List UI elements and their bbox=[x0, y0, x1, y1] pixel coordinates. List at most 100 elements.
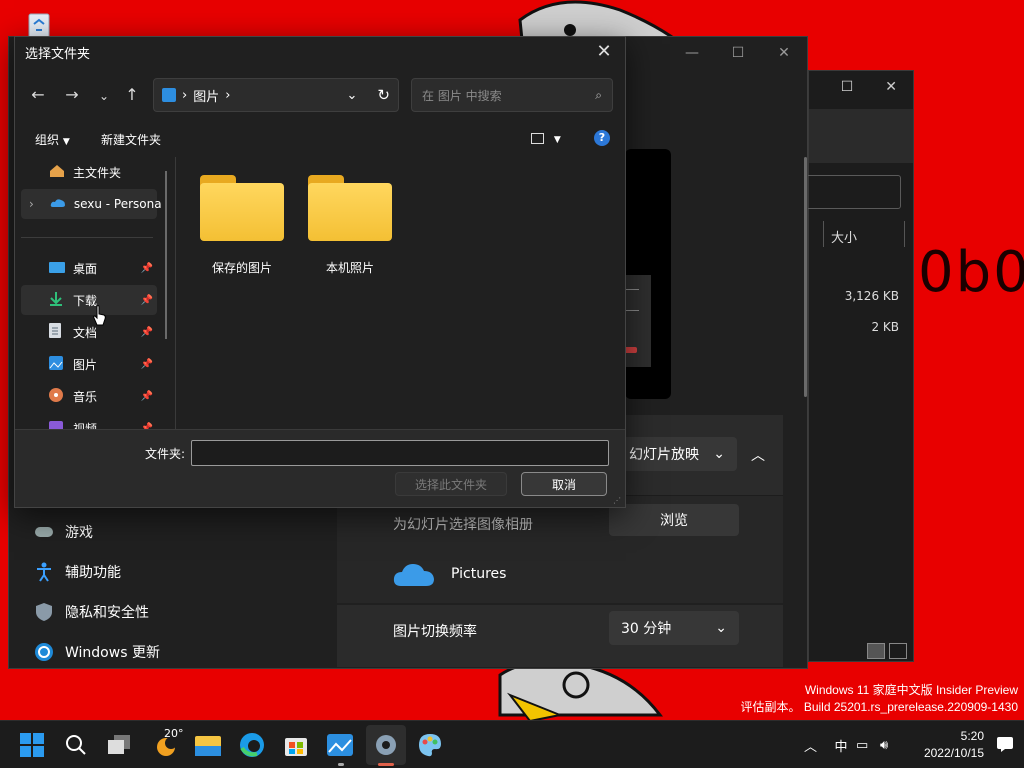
file-explorer-icon[interactable] bbox=[192, 729, 224, 761]
breadcrumb-separator-icon[interactable]: › bbox=[225, 88, 230, 103]
view-toggle bbox=[867, 643, 907, 659]
search-icon[interactable] bbox=[60, 729, 92, 761]
interval-dropdown[interactable]: 30 分钟 ⌄ bbox=[609, 611, 739, 645]
pin-icon[interactable]: 📌 bbox=[141, 327, 153, 338]
accessibility-icon bbox=[33, 561, 55, 583]
folder-name-input[interactable] bbox=[191, 440, 609, 466]
sidebar-item-videos[interactable]: 视频 📌 bbox=[21, 413, 157, 429]
paint-icon[interactable] bbox=[414, 729, 446, 761]
sidebar-scrollbar[interactable] bbox=[165, 171, 167, 339]
cancel-button[interactable]: 取消 bbox=[521, 472, 607, 496]
address-bar[interactable]: › 图片 › ⌄ ↻ bbox=[153, 78, 399, 112]
folder-item[interactable]: 保存的图片 bbox=[199, 175, 285, 276]
sidebar-item-documents[interactable]: 文档 📌 bbox=[21, 317, 157, 347]
browse-button[interactable]: 浏览 bbox=[609, 504, 739, 536]
nav-item-windows-update[interactable]: Windows 更新 bbox=[33, 641, 160, 663]
refresh-icon[interactable]: ↻ bbox=[377, 86, 390, 104]
recent-locations-icon[interactable]: ⌄ bbox=[93, 89, 115, 103]
file-size: 2 KB bbox=[871, 320, 899, 334]
forward-icon[interactable]: → bbox=[61, 85, 83, 104]
sidebar-item-home[interactable]: 主文件夹 bbox=[21, 157, 157, 187]
pin-icon[interactable]: 📌 bbox=[141, 295, 153, 306]
tiles-view-icon[interactable] bbox=[889, 643, 907, 659]
sidebar-item-desktop[interactable]: 桌面 📌 bbox=[21, 253, 157, 283]
column-divider[interactable] bbox=[823, 221, 824, 247]
select-folder-dialog[interactable]: 选择文件夹 ✕ ← → ⌄ ↑ › 图片 › ⌄ ↻ 在 图片 中搜索 ⌕ 组织… bbox=[14, 36, 626, 508]
personalize-dropdown[interactable]: 幻灯片放映 ⌄ bbox=[617, 437, 737, 471]
select-folder-button[interactable]: 选择此文件夹 bbox=[395, 472, 507, 496]
close-icon[interactable]: ✕ bbox=[885, 79, 897, 95]
store-icon[interactable] bbox=[280, 729, 312, 761]
chevron-down-icon[interactable]: ⌄ bbox=[347, 88, 358, 103]
sidebar-label: sexu - Persona bbox=[73, 197, 162, 211]
close-icon[interactable]: ✕ bbox=[589, 39, 619, 65]
weather-widget[interactable]: 20° bbox=[150, 727, 184, 761]
organize-menu[interactable]: 组织 ▼ bbox=[35, 131, 70, 148]
sidebar-label: 视频 bbox=[73, 421, 98, 430]
windows-watermark: Windows 11 家庭中文版 Insider Preview 评估副本。 B… bbox=[741, 682, 1019, 716]
clock[interactable]: 5:20 2022/10/15 bbox=[924, 728, 984, 762]
maximize-icon[interactable]: ☐ bbox=[841, 79, 854, 95]
photos-app-icon[interactable] bbox=[324, 729, 356, 761]
start-button[interactable] bbox=[16, 729, 48, 761]
music-icon bbox=[49, 387, 65, 405]
resize-grip-icon[interactable]: ⋰ bbox=[613, 496, 621, 505]
view-icon bbox=[531, 133, 544, 144]
volume-icon[interactable]: 🔊︎ bbox=[880, 738, 904, 753]
explorer-window-background[interactable]: ☐ ✕ 大小 3,126 KB 2 KB bbox=[805, 70, 914, 662]
wallpaper-text: 0b0 bbox=[918, 240, 1024, 305]
home-icon bbox=[49, 164, 65, 181]
sidebar-item-pictures[interactable]: 图片 📌 bbox=[21, 349, 157, 379]
task-view-icon[interactable] bbox=[104, 729, 136, 761]
column-header-size[interactable]: 大小 bbox=[831, 227, 857, 246]
help-icon[interactable]: ? bbox=[594, 130, 610, 146]
monitor-icon[interactable]: ▭ bbox=[856, 738, 880, 753]
back-icon[interactable]: ← bbox=[27, 85, 49, 104]
ime-indicator[interactable]: 中 bbox=[826, 736, 856, 755]
pin-icon[interactable]: 📌 bbox=[141, 359, 153, 370]
view-options[interactable]: ▼ bbox=[531, 131, 561, 145]
dropdown-value: 幻灯片放映 bbox=[629, 447, 699, 463]
interval-label: 图片切换频率 bbox=[393, 624, 477, 640]
document-icon bbox=[49, 323, 65, 341]
explorer-toolbar bbox=[809, 109, 913, 163]
onedrive-icon bbox=[50, 197, 66, 211]
new-folder-button[interactable]: 新建文件夹 bbox=[101, 131, 161, 148]
details-view-icon[interactable] bbox=[867, 643, 885, 659]
download-icon bbox=[49, 291, 65, 309]
folder-name: 本机照片 bbox=[325, 261, 374, 275]
pin-icon[interactable]: 📌 bbox=[141, 391, 153, 402]
sidebar-item-downloads[interactable]: 下载 📌 bbox=[21, 285, 157, 315]
nav-item-privacy[interactable]: 隐私和安全性 bbox=[33, 601, 149, 623]
sidebar-item-onedrive[interactable]: › sexu - Persona bbox=[21, 189, 162, 219]
clock-date: 2022/10/15 bbox=[923, 746, 984, 760]
taskbar: 20° ︿ 中 ▭ 🔊︎ 5:20 2022/10/15 bbox=[0, 720, 1024, 768]
chevron-down-icon: ⌄ bbox=[715, 620, 727, 636]
nav-item-gaming[interactable]: 游戏 bbox=[33, 521, 93, 543]
notification-icon[interactable] bbox=[996, 735, 1014, 753]
clock-time: 5:20 bbox=[960, 729, 984, 743]
minimize-icon[interactable]: — bbox=[669, 37, 715, 69]
pin-icon[interactable]: 📌 bbox=[141, 263, 153, 274]
watermark-line1: Windows 11 家庭中文版 Insider Preview bbox=[804, 683, 1018, 697]
close-icon[interactable]: ✕ bbox=[761, 37, 807, 69]
edge-icon[interactable] bbox=[236, 729, 268, 761]
folder-item[interactable]: 本机照片 bbox=[307, 175, 393, 276]
chevron-up-icon[interactable]: ︿ bbox=[751, 445, 765, 465]
maximize-icon[interactable]: ☐ bbox=[715, 37, 761, 69]
up-icon[interactable]: ↑ bbox=[121, 85, 143, 104]
column-divider[interactable] bbox=[904, 221, 905, 247]
watermark-line2: 评估副本。 Build 25201.rs_prerelease.220909-1… bbox=[740, 700, 1019, 714]
nav-item-accessibility[interactable]: 辅助功能 bbox=[33, 561, 121, 583]
settings-scrollbar[interactable] bbox=[804, 157, 807, 397]
running-indicator bbox=[338, 763, 344, 766]
sidebar-divider bbox=[21, 237, 153, 238]
sidebar-label: 桌面 bbox=[73, 261, 98, 276]
explorer-search-input[interactable] bbox=[805, 175, 901, 209]
chevron-right-icon[interactable]: › bbox=[29, 197, 34, 211]
search-input[interactable]: 在 图片 中搜索 ⌕ bbox=[411, 78, 613, 112]
settings-app-icon[interactable] bbox=[370, 729, 402, 761]
chevron-up-icon[interactable]: ︿ bbox=[804, 736, 826, 755]
breadcrumb-segment[interactable]: 图片 bbox=[193, 86, 219, 105]
sidebar-item-music[interactable]: 音乐 📌 bbox=[21, 381, 157, 411]
